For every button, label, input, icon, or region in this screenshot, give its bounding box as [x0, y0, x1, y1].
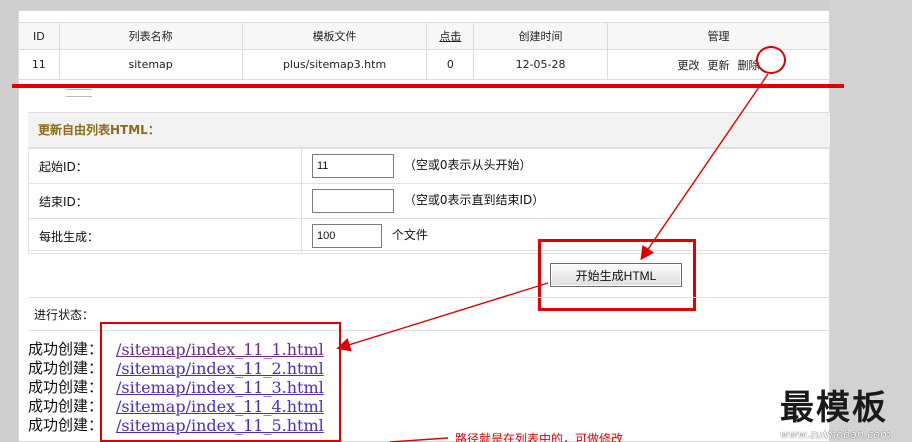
generate-form: 起始ID： （空或0表示从头开始） 结束ID： （空或0表示直到结束ID） 每批…	[28, 148, 830, 254]
col-manage: 管理	[606, 22, 831, 50]
update-link[interactable]: 更新	[707, 57, 729, 73]
action-row	[28, 250, 830, 296]
batch-unit: 个文件	[391, 228, 428, 242]
end-id-control: （空或0表示直到结束ID）	[301, 183, 830, 219]
start-id-label: 起始ID：	[28, 148, 302, 184]
col-clicks: 点击	[426, 22, 475, 50]
truncated-text-fragment	[66, 89, 92, 97]
watermark-url: www.zuimoban.com	[780, 428, 891, 441]
start-id-input[interactable]	[312, 154, 394, 178]
log-link[interactable]: /sitemap/index_11_4.html	[116, 397, 324, 416]
row-action-links: 更改 更新 删除	[608, 57, 828, 73]
start-generate-html-button[interactable]: 开始生成HTML	[550, 263, 682, 287]
end-id-input[interactable]	[312, 189, 394, 213]
log-prefix: 成功创建：	[28, 378, 104, 396]
row-actions: 更改 更新 删除	[606, 49, 831, 80]
generation-log: 成功创建： /sitemap/index_11_1.html 成功创建： /si…	[28, 340, 830, 442]
batch-label: 每批生成：	[28, 218, 302, 254]
end-id-row: 结束ID： （空或0表示直到结束ID）	[28, 183, 830, 219]
list-item: 成功创建： /sitemap/index_11_2.html	[28, 359, 830, 378]
log-link[interactable]: /sitemap/index_11_1.html	[116, 340, 324, 359]
clicks-header-link[interactable]: 点击	[439, 30, 461, 43]
screenshot-stage: ID 列表名称 模板文件 点击 创建时间 管理 11 sitemap plus/…	[0, 0, 912, 442]
row-created: 12-05-28	[473, 49, 608, 80]
log-link[interactable]: /sitemap/index_11_2.html	[116, 359, 324, 378]
watermark-brand: 最模板	[780, 388, 888, 428]
batch-row: 每批生成： 个文件	[28, 218, 830, 254]
delete-link[interactable]: 删除	[737, 57, 759, 73]
log-link[interactable]: /sitemap/index_11_3.html	[116, 378, 324, 397]
col-created-time: 创建时间	[473, 22, 608, 50]
status-label: 进行状态：	[34, 308, 95, 322]
log-prefix: 成功创建：	[28, 397, 104, 415]
list-item: 成功创建： /sitemap/index_11_4.html	[28, 397, 830, 416]
end-id-label: 结束ID：	[28, 183, 302, 219]
section-title: 更新自由列表HTML：	[28, 112, 830, 148]
list-table: ID 列表名称 模板文件 点击 创建时间 管理 11 sitemap plus/…	[18, 22, 831, 80]
log-prefix: 成功创建：	[28, 340, 104, 358]
end-id-note: （空或0表示直到结束ID）	[403, 193, 545, 207]
right-gutter	[830, 0, 912, 442]
list-item: 成功创建： /sitemap/index_11_3.html	[28, 378, 830, 397]
start-id-note: （空或0表示从头开始）	[403, 158, 532, 172]
list-item: 成功创建： /sitemap/index_11_5.html	[28, 416, 830, 435]
start-id-row: 起始ID： （空或0表示从头开始）	[28, 148, 830, 184]
red-separator-line	[12, 84, 844, 88]
edit-link[interactable]: 更改	[677, 57, 699, 73]
col-list-name: 列表名称	[58, 22, 243, 50]
path-annotation-text: 路径就是在列表中的，可做修改	[455, 432, 624, 442]
row-name: sitemap	[58, 49, 243, 80]
row-id: 11	[18, 49, 60, 80]
list-item: 成功创建： /sitemap/index_11_1.html	[28, 340, 830, 359]
batch-size-input[interactable]	[312, 224, 382, 248]
col-id: ID	[18, 22, 60, 50]
row-template: plus/sitemap3.htm	[241, 49, 428, 80]
row-clicks: 0	[426, 49, 475, 80]
table-row: 11 sitemap plus/sitemap3.htm 0 12-05-28 …	[18, 49, 831, 80]
log-link[interactable]: /sitemap/index_11_5.html	[116, 416, 324, 435]
start-id-control: （空或0表示从头开始）	[301, 148, 830, 184]
log-prefix: 成功创建：	[28, 416, 104, 434]
batch-control: 个文件	[301, 218, 830, 254]
col-template-file: 模板文件	[241, 22, 428, 50]
log-prefix: 成功创建：	[28, 359, 104, 377]
status-row: 进行状态：	[28, 297, 830, 331]
